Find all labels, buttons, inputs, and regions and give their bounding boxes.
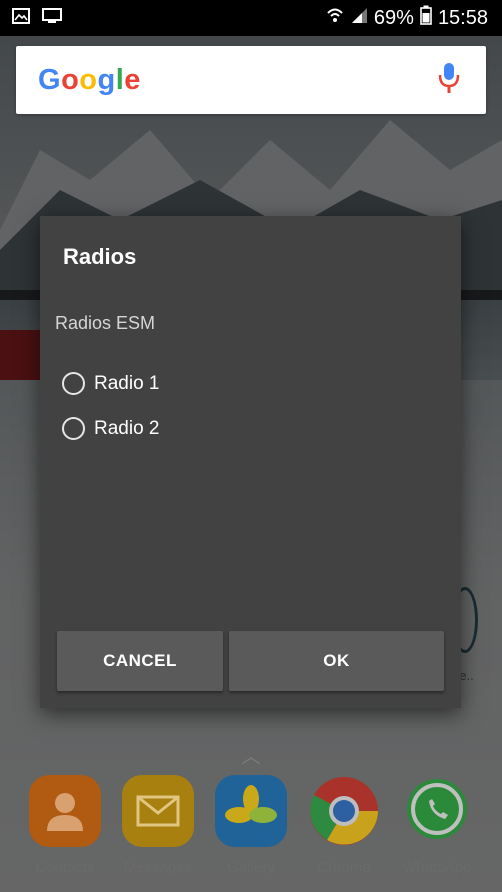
dialog-title: Radios (63, 244, 137, 269)
radio-option-1[interactable]: Radio 1 (62, 372, 160, 395)
dock-app-contacts[interactable]: Contacts (20, 775, 110, 876)
battery-percent: 69% (373, 6, 414, 29)
chrome-icon (308, 775, 380, 847)
app-label: Gallery (227, 859, 275, 876)
radio-button[interactable] (62, 417, 85, 440)
signal-icon (350, 6, 368, 30)
google-search-bar[interactable]: Google (16, 46, 486, 114)
gallery-app-icon (215, 775, 287, 847)
messages-icon (122, 775, 194, 847)
radio-label: Radio 2 (94, 417, 160, 439)
app-label: Chrome (317, 859, 371, 876)
cancel-button[interactable]: CANCEL (57, 631, 223, 691)
dock-app-whatsapp[interactable]: WhatsApp (392, 775, 482, 876)
radios-dialog: Radios Radios ESM Radio 1 Radio 2 CANCEL… (40, 216, 461, 708)
contacts-icon (29, 775, 101, 847)
cast-icon (42, 7, 62, 29)
status-time: 15:58 (437, 6, 488, 29)
app-dock: Contacts Messages Gallery Chrome WhatsAp… (0, 775, 502, 892)
dialog-message: Radios ESM (55, 313, 156, 333)
gallery-icon (12, 7, 30, 29)
wifi-icon (326, 6, 344, 30)
whatsapp-icon (401, 775, 473, 847)
dock-app-chrome[interactable]: Chrome (299, 775, 389, 876)
dock-app-gallery[interactable]: Gallery (206, 775, 296, 876)
app-label: WhatsApp (402, 859, 472, 876)
radio-button[interactable] (62, 372, 85, 395)
battery-icon (420, 5, 432, 31)
radio-label: Radio 1 (94, 372, 160, 394)
dock-app-messages[interactable]: Messages (113, 775, 203, 876)
status-bar: 69% 15:58 (0, 0, 502, 36)
app-drawer-caret-icon[interactable]: ︿ (241, 740, 261, 769)
app-label: Messages (123, 859, 193, 876)
mic-icon[interactable] (438, 62, 460, 99)
radio-option-2[interactable]: Radio 2 (62, 417, 160, 440)
ok-button[interactable]: OK (229, 631, 444, 691)
app-label: Contacts (35, 859, 95, 876)
google-logo: Google (38, 63, 141, 96)
